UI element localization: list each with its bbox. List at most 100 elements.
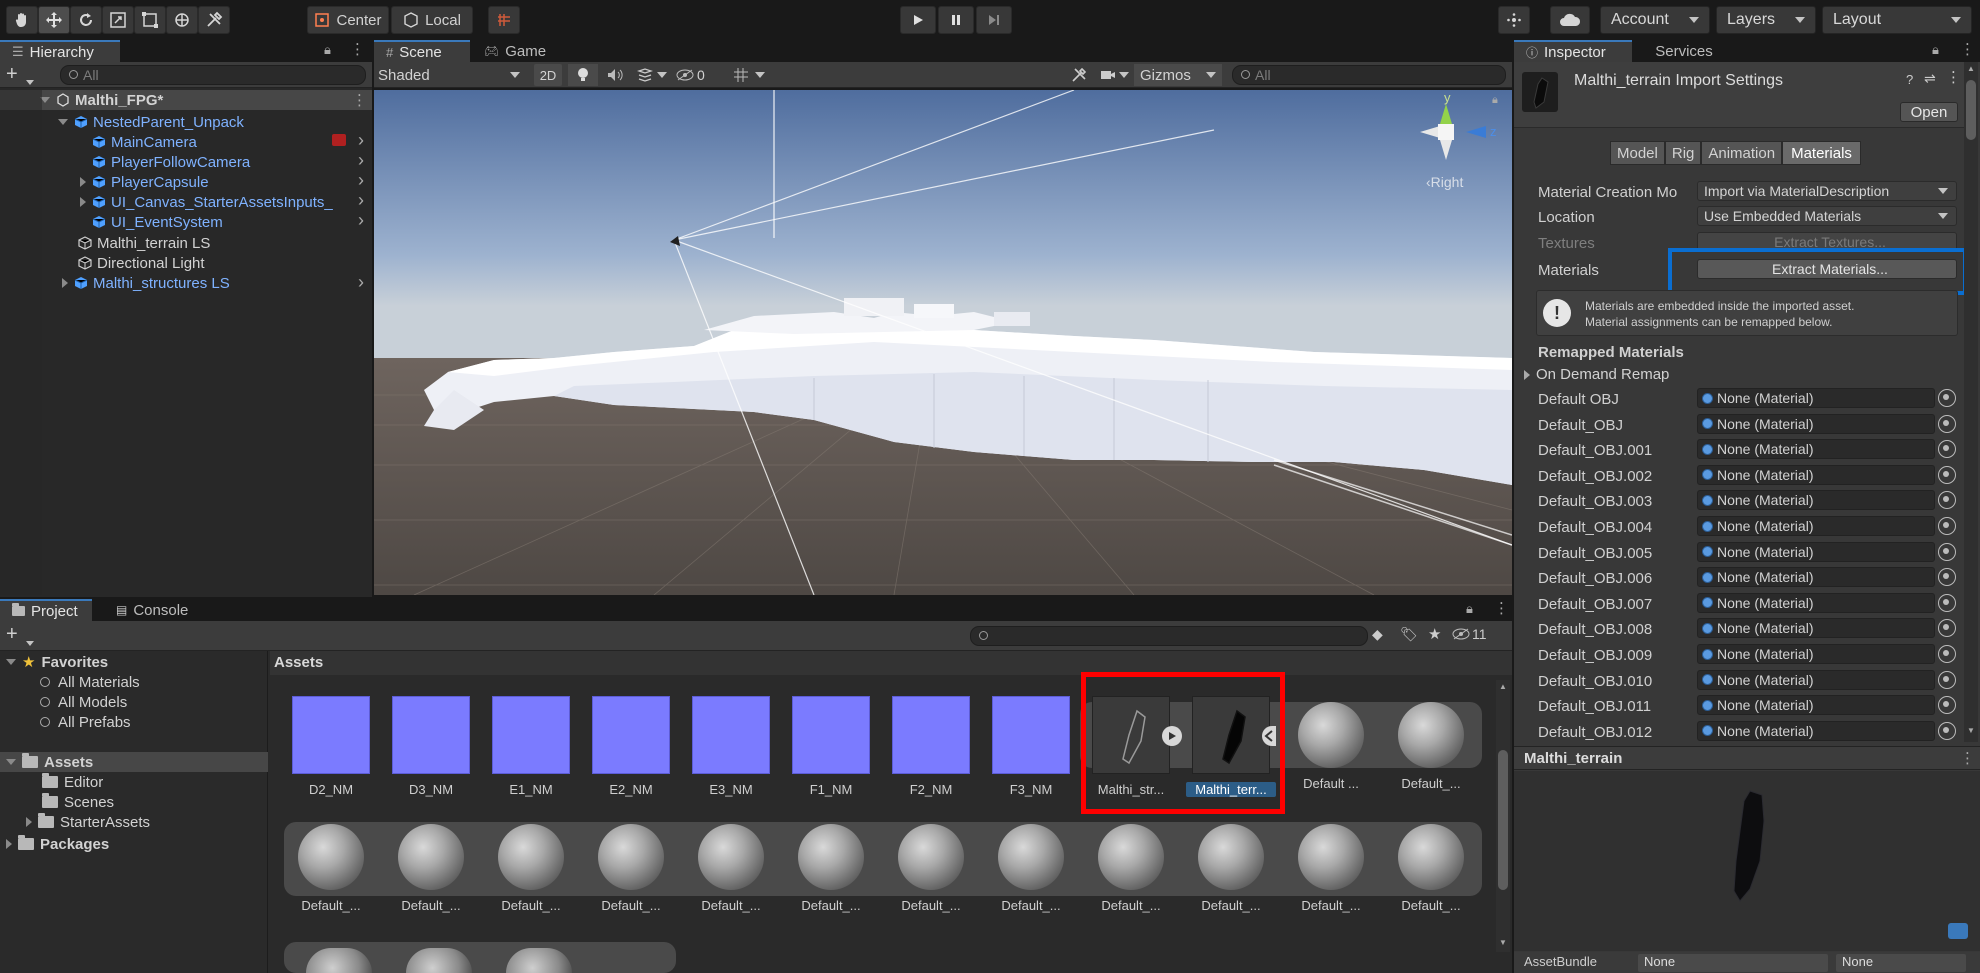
chevron-right-icon[interactable]: ›	[358, 210, 364, 231]
add-button[interactable]: +	[6, 63, 18, 86]
preview-header[interactable]: Malthi_terrain ⋮	[1514, 746, 1980, 770]
scale-tool-icon[interactable]	[102, 6, 134, 34]
material-object-field[interactable]: None (Material)	[1697, 464, 1935, 485]
asset-tile[interactable]: E3_NM	[686, 696, 776, 797]
scroll-down-icon[interactable]: ▼	[1499, 938, 1507, 947]
tab-services[interactable]: Services	[1634, 40, 1734, 62]
asset-tile[interactable]: Default_...	[1186, 818, 1276, 913]
chevron-right-icon[interactable]	[80, 197, 86, 207]
asset-tile[interactable]: Default_...	[1386, 696, 1476, 791]
filter-by-label-icon[interactable]: 🏷︎	[1400, 626, 1418, 643]
help-icon[interactable]: ?	[1906, 72, 1913, 87]
pivot-rotation-button[interactable]: Local	[391, 6, 473, 34]
asset-tile[interactable]: F3_NM	[986, 696, 1076, 797]
chevron-right-icon[interactable]	[80, 177, 86, 187]
favorite-item[interactable]: All Prefabs	[40, 712, 131, 732]
audio-toggle[interactable]	[600, 64, 630, 86]
lock-icon[interactable]: 🔒︎	[1466, 601, 1473, 617]
asset-tile[interactable]: E1_NM	[486, 696, 576, 797]
layout-dropdown[interactable]: Layout	[1822, 6, 1972, 34]
grid-snap-button[interactable]	[488, 6, 520, 34]
asset-tile[interactable]: Default_...	[386, 818, 476, 913]
more-menu-icon[interactable]: ⋮	[1960, 40, 1975, 58]
scroll-down-icon[interactable]: ▼	[1967, 726, 1975, 735]
asset-tile[interactable]: Default_...	[986, 818, 1076, 913]
rect-tool-icon[interactable]	[134, 6, 166, 34]
asset-tile[interactable]: Default_...	[1286, 818, 1376, 913]
more-menu-icon[interactable]: ⋮	[1946, 68, 1961, 86]
project-scrollbar[interactable]: ▲ ▼	[1496, 680, 1510, 952]
chevron-right-icon[interactable]	[62, 278, 68, 288]
scene-row[interactable]: Malthi_FPG* ⋮	[0, 90, 372, 110]
tab-project[interactable]: Project	[0, 599, 92, 621]
open-button[interactable]: Open	[1900, 102, 1958, 122]
transform-tool-icon[interactable]	[166, 6, 198, 34]
orientation-gizmo[interactable]: y z ‹Right 🔒︎	[1404, 90, 1504, 226]
rotate-tool-icon[interactable]	[70, 6, 102, 34]
location-dropdown[interactable]: Use Embedded Materials	[1697, 206, 1957, 226]
material-creation-dropdown[interactable]: Import via MaterialDescription	[1697, 181, 1957, 201]
asset-tile[interactable]: Default_...	[786, 818, 876, 913]
object-picker-icon[interactable]	[1938, 465, 1956, 484]
tab-animation[interactable]: Animation	[1701, 141, 1783, 165]
asset-tile[interactable]: Default_...	[586, 818, 676, 913]
cloud-button[interactable]	[1550, 6, 1590, 34]
layers-dropdown[interactable]: Layers	[1716, 6, 1816, 34]
hierarchy-item[interactable]: NestedParent_Unpack ›	[58, 112, 480, 132]
scrollbar-thumb[interactable]	[1966, 80, 1976, 140]
tab-rig[interactable]: Rig	[1664, 141, 1702, 165]
object-picker-icon[interactable]	[1938, 593, 1956, 612]
material-object-field[interactable]: None (Material)	[1697, 669, 1935, 690]
breadcrumb[interactable]: Assets	[274, 654, 323, 671]
account-dropdown[interactable]: Account	[1600, 6, 1710, 34]
tab-game[interactable]: 🎮︎ Game	[472, 40, 572, 62]
scene-viewport[interactable]: y z ‹Right 🔒︎	[374, 90, 1512, 595]
favorites-foldout[interactable]: ★ Favorites	[6, 652, 108, 672]
favorite-item[interactable]: All Materials	[40, 672, 140, 692]
folder-item[interactable]: StarterAssets	[26, 812, 150, 832]
more-menu-icon[interactable]: ⋮	[1494, 599, 1509, 617]
asset-tile[interactable]: Default_...	[486, 818, 576, 913]
hidden-packages-toggle[interactable]: 11	[1452, 626, 1487, 642]
scroll-up-icon[interactable]: ▲	[1499, 682, 1507, 691]
preview-area[interactable]	[1514, 771, 1980, 951]
pause-button[interactable]	[938, 6, 974, 34]
lighting-toggle[interactable]	[568, 64, 598, 86]
material-object-field[interactable]: None (Material)	[1697, 516, 1935, 536]
material-object-field[interactable]: None (Material)	[1697, 541, 1935, 562]
effects-dropdown[interactable]	[632, 64, 672, 86]
material-object-field[interactable]: None (Material)	[1697, 388, 1935, 408]
object-picker-icon[interactable]	[1938, 389, 1956, 407]
asset-tile[interactable]: Default_...	[1386, 818, 1476, 913]
hidden-objects-toggle[interactable]: 0	[676, 64, 720, 86]
more-menu-icon[interactable]: ⋮	[1960, 749, 1975, 767]
asset-tile[interactable]: F1_NM	[786, 696, 876, 797]
asset-tile[interactable]: Default_...	[286, 818, 376, 913]
pivot-mode-button[interactable]: Center	[307, 6, 389, 34]
tab-materials[interactable]: Materials	[1782, 141, 1861, 165]
asset-tile[interactable]: F2_NM	[886, 696, 976, 797]
material-object-field[interactable]: None (Material)	[1697, 413, 1935, 434]
shading-mode-dropdown[interactable]: Shaded	[378, 64, 528, 86]
hand-tool-icon[interactable]	[6, 6, 38, 34]
favorite-star-icon[interactable]: ★	[1428, 625, 1441, 643]
folder-item[interactable]: Scenes	[42, 792, 114, 812]
material-object-field[interactable]: None (Material)	[1697, 618, 1935, 639]
asset-tile[interactable]: Default_...	[1086, 818, 1176, 913]
material-object-field[interactable]: None (Material)	[1697, 644, 1935, 664]
asset-bundle-variant-dropdown[interactable]: None	[1836, 954, 1966, 972]
material-object-field[interactable]: None (Material)	[1697, 439, 1935, 460]
collapse-subassets-button[interactable]	[1262, 726, 1276, 746]
material-object-field[interactable]: None (Material)	[1697, 490, 1935, 511]
project-search-input[interactable]	[970, 626, 1368, 646]
asset-bundle-dropdown[interactable]: None	[1638, 954, 1828, 972]
hierarchy-item[interactable]: UI_Canvas_StarterAssetsInputs_	[80, 192, 350, 212]
chevron-right-icon[interactable]: ›	[358, 130, 364, 151]
step-button[interactable]	[976, 6, 1012, 34]
assets-foldout[interactable]: Assets	[6, 752, 93, 772]
chevron-right-icon[interactable]: ›	[358, 170, 364, 191]
preset-icon[interactable]: ⇌	[1924, 70, 1936, 87]
camera-dropdown[interactable]	[1096, 64, 1132, 86]
asset-tile[interactable]: Default ...	[1286, 696, 1376, 791]
favorite-item[interactable]: All Models	[40, 692, 127, 712]
